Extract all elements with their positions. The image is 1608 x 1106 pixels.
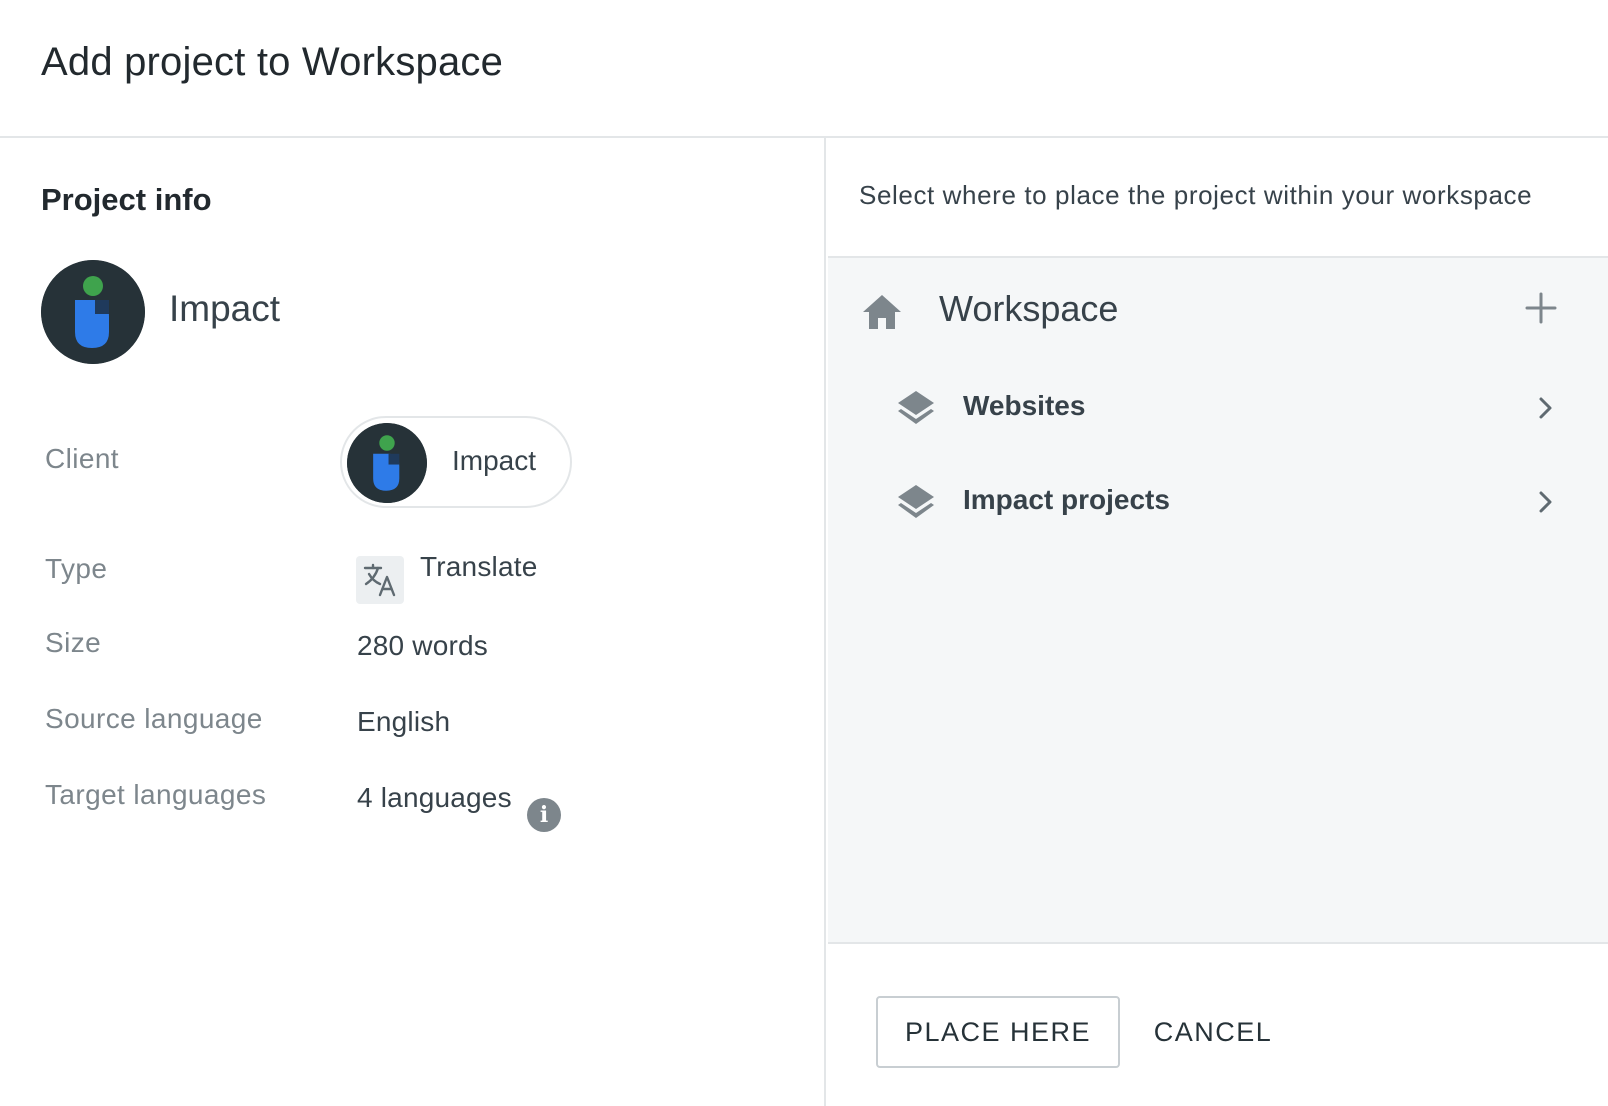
type-value: Translate (420, 551, 538, 582)
layers-icon (898, 391, 934, 424)
tree-root-label: Workspace (939, 288, 1119, 329)
client-avatar (347, 423, 427, 503)
chevron-right-icon[interactable] (1531, 488, 1559, 516)
target-languages-label: Target languages (45, 779, 267, 810)
add-project-dialog: Add project to Workspace Project info Im… (0, 0, 1608, 1106)
tree-root-workspace[interactable]: Workspace (828, 278, 1608, 344)
place-here-button[interactable]: PLACE HERE (876, 996, 1120, 1068)
workspace-tree: Workspace Websites Impact projects (828, 256, 1608, 944)
type-label: Type (45, 553, 108, 584)
dialog-footer: PLACE HERE CANCEL (828, 944, 1608, 1106)
chevron-right-icon[interactable] (1531, 394, 1559, 422)
plus-icon[interactable] (1523, 290, 1559, 326)
tree-item-websites[interactable]: Websites (828, 372, 1608, 444)
placement-instruction: Select where to place the project within… (859, 180, 1533, 210)
target-languages-value: 4 languages (357, 782, 512, 813)
project-name: Impact (169, 288, 281, 329)
section-title: Project info (41, 182, 212, 217)
source-language-label: Source language (45, 703, 263, 734)
client-chip[interactable]: Impact (340, 416, 572, 508)
dialog-header: Add project to Workspace (0, 0, 1608, 138)
source-language-value: English (357, 706, 451, 737)
tree-item-label: Impact projects (963, 484, 1170, 515)
client-name: Impact (452, 445, 537, 476)
project-info-panel: Project info Impact Client Impact Type T… (0, 138, 826, 1106)
translate-icon (356, 556, 404, 604)
size-label: Size (45, 627, 102, 658)
cancel-button[interactable]: CANCEL (1138, 996, 1288, 1068)
client-label: Client (45, 443, 119, 474)
tree-item-label: Websites (963, 390, 1086, 421)
tree-item-impact-projects[interactable]: Impact projects (828, 466, 1608, 538)
layers-icon (898, 485, 934, 518)
home-icon (863, 295, 901, 329)
dialog-title: Add project to Workspace (41, 40, 504, 84)
impact-logo-icon (41, 260, 145, 364)
size-value: 280 words (357, 630, 488, 661)
workspace-picker-panel: Select where to place the project within… (828, 138, 1608, 1106)
info-icon[interactable]: i (527, 798, 561, 832)
